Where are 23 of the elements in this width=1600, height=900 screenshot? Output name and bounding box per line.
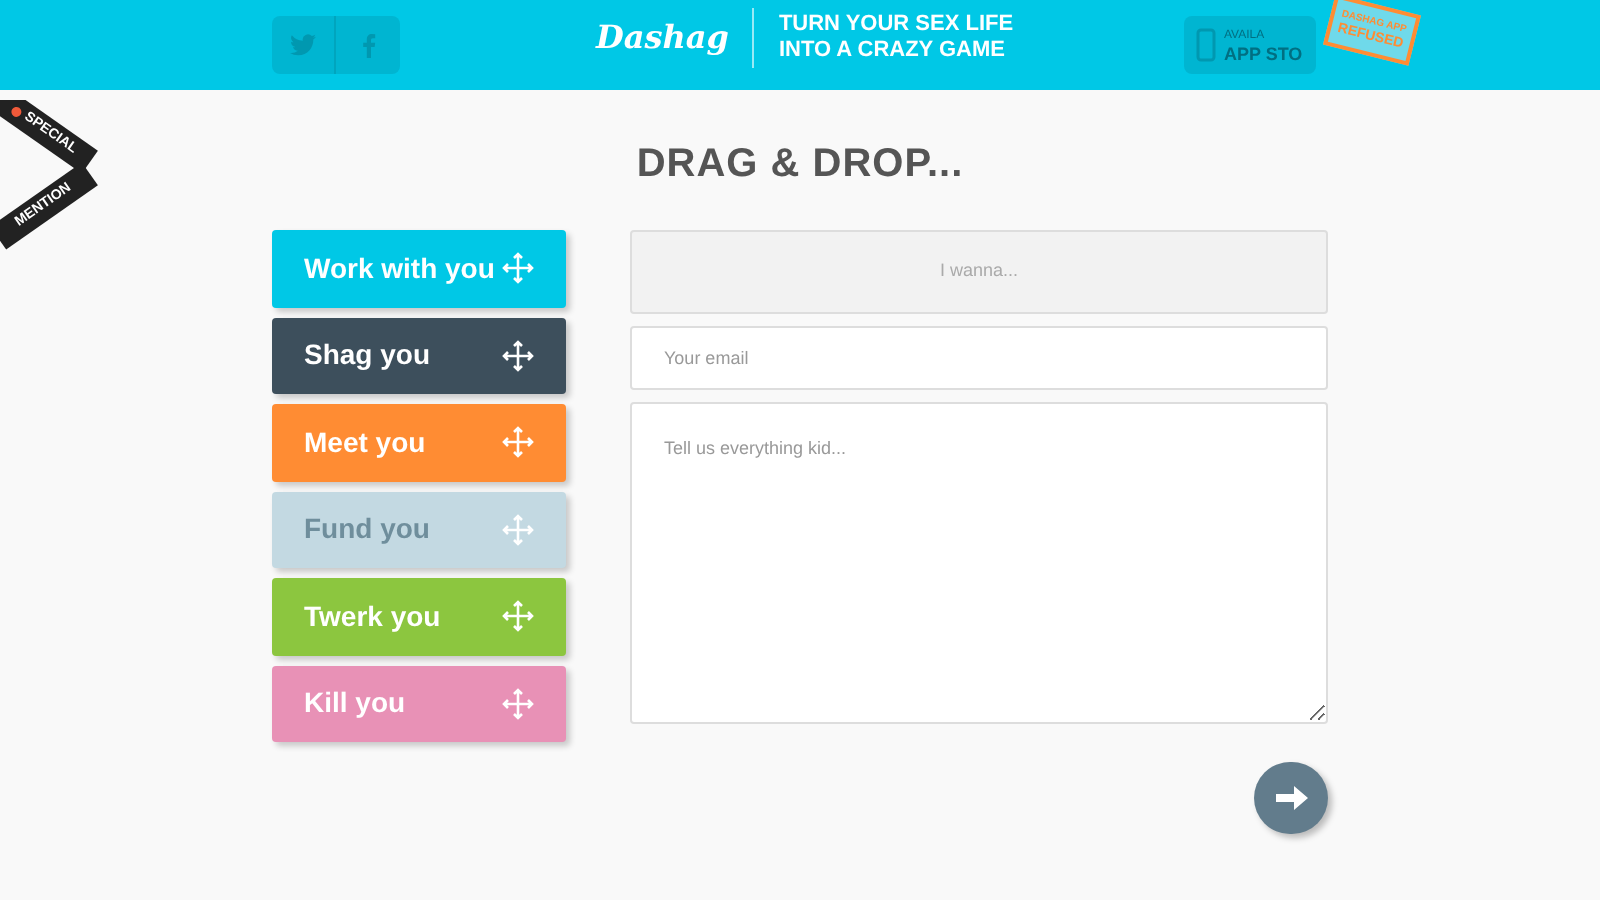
move-icon: [502, 513, 534, 546]
draggable-option[interactable]: Shag you: [272, 317, 566, 394]
logo[interactable]: Dashag: [592, 16, 733, 60]
tagline: TURN YOUR SEX LIFE: [778, 12, 1014, 38]
email-field[interactable]: Your email: [630, 326, 1328, 390]
draggable-option[interactable]: Work with you: [272, 230, 566, 307]
move-icon: [502, 252, 534, 285]
draggable-option[interactable]: Twerk you: [272, 578, 566, 655]
draggable-option[interactable]: Meet you: [272, 404, 566, 481]
move-icon: [502, 687, 534, 720]
message-field[interactable]: Tell us everything kid...: [630, 402, 1328, 724]
store-label: APP STO: [1224, 45, 1303, 63]
move-icon: [502, 339, 534, 372]
arrow-icon: [1275, 784, 1307, 812]
drop-zone[interactable]: I wanna...: [630, 230, 1328, 314]
draggable-option[interactable]: Kill you: [272, 665, 566, 742]
phone-icon: [1196, 28, 1216, 62]
move-icon: [502, 426, 534, 459]
move-icon: [502, 600, 534, 633]
tagline: INTO A CRAZY GAME: [778, 38, 1007, 64]
f-logo-icon[interactable]: [361, 33, 375, 57]
bird-icon[interactable]: [290, 34, 316, 56]
submit-button[interactable]: [1254, 762, 1328, 834]
